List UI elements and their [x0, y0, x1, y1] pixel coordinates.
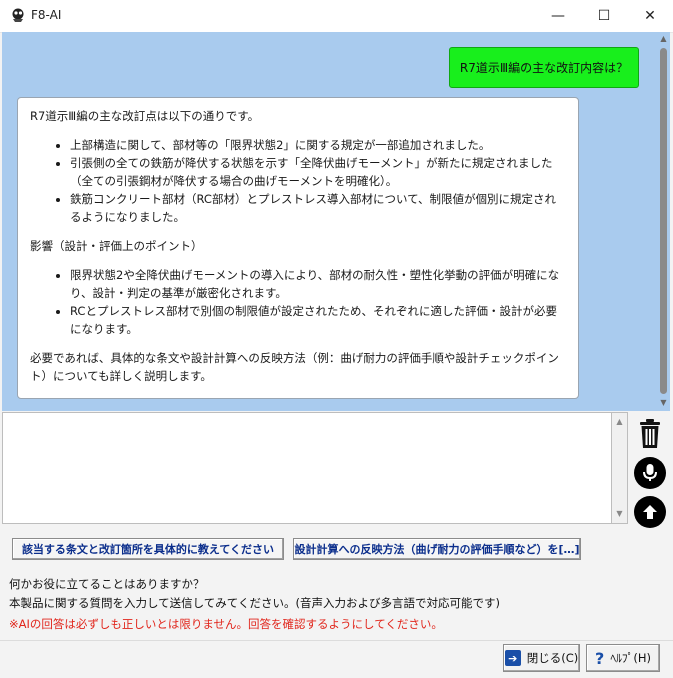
title-bar: F8-AI — ☐ ✕	[0, 0, 673, 33]
user-message-bubble: R7道示Ⅲ編の主な改訂内容は？	[449, 47, 639, 88]
chat-history[interactable]: R7道示Ⅲ編の主な改訂内容は？ R7道示Ⅲ編の主な改訂点は以下の通りです。 上部…	[2, 32, 657, 411]
close-button-label: 閉じる(C)	[526, 651, 579, 665]
arrow-up-icon	[643, 505, 657, 519]
ai-intro-text: R7道示Ⅲ編の主な改訂点は以下の通りです。	[30, 109, 260, 123]
ai-closing-text: 必要であれば、具体的な条文や設計計算への反映方法（例：曲げ耐力の評価手順や設計チ…	[30, 351, 559, 383]
list-item: 限界状態2や全降伏曲げモーメントの導入により、部材の耐久性・塑性化挙動の評価が明…	[70, 266, 566, 302]
help-button[interactable]: ? ﾍﾙﾌﾟ(H)	[586, 644, 660, 672]
info-instructions-text: 本製品に関する質問を入力して送信してみてください。(音声入力および多言語で対応可…	[9, 596, 500, 610]
close-window-button[interactable]: ✕	[627, 0, 673, 31]
suggestion-button-1[interactable]: 該当する条文と改訂箇所を具体的に教えてください	[12, 538, 284, 560]
ai-impact-list: 限界状態2や全降伏曲げモーメントの導入により、部材の耐久性・塑性化挙動の評価が明…	[30, 266, 566, 338]
suggestion-button-2[interactable]: 設計計算への反映方法（曲げ耐力の評価手順など）を[…]	[293, 538, 581, 560]
help-button-label: ﾍﾙﾌﾟ(H)	[610, 651, 651, 665]
list-item: 鉄筋コンクリート部材（RC部材）とプレストレス導入部材について、制限値が個別に規…	[70, 190, 566, 226]
close-icon: ✕	[644, 7, 656, 24]
user-message-text: R7道示Ⅲ編の主な改訂内容は？	[459, 61, 629, 75]
message-input-container	[2, 412, 612, 524]
exit-icon: ➔	[504, 650, 521, 666]
list-item: RCとプレストレス部材で別個の制限値が設定されたため、それぞれに適した評価・設計…	[70, 302, 566, 338]
chat-scrollbar[interactable]: ▲ ▼	[657, 32, 670, 411]
input-scrollbar[interactable]: ▲ ▼	[612, 412, 628, 524]
send-button[interactable]	[634, 496, 666, 528]
trash-icon	[640, 419, 660, 448]
message-input[interactable]	[3, 413, 597, 521]
maximize-button[interactable]: ☐	[581, 0, 627, 31]
mic-button-circle	[634, 457, 666, 489]
scroll-down-icon[interactable]: ▼	[658, 398, 669, 408]
ai-response-bubble: R7道示Ⅲ編の主な改訂点は以下の通りです。 上部構造に関して、部材等の「限界状態…	[17, 97, 579, 399]
divider	[0, 640, 673, 641]
list-item: 上部構造に関して、部材等の「限界状態2」に関する規定が一部追加されました。	[70, 136, 566, 154]
app-logo-icon	[12, 8, 24, 22]
help-icon: ?	[595, 648, 605, 668]
ai-points-list: 上部構造に関して、部材等の「限界状態2」に関する規定が一部追加されました。 引張…	[30, 136, 566, 226]
send-button-circle	[634, 496, 666, 528]
list-item: 引張側の全ての鉄筋が降伏する状態を示す「全降伏曲げモーメント」が新たに規定されま…	[70, 154, 566, 190]
scroll-down-icon[interactable]: ▼	[614, 509, 625, 518]
minimize-icon: —	[551, 7, 565, 24]
scroll-up-icon[interactable]: ▲	[658, 34, 669, 44]
info-prompt-text: 何かお役に立てることはありますか？	[9, 577, 205, 591]
scroll-up-icon[interactable]: ▲	[614, 417, 625, 426]
voice-input-button[interactable]	[634, 457, 666, 489]
ai-impact-heading: 影響（設計・評価上のポイント）	[30, 239, 203, 253]
window-title: F8-AI	[31, 8, 62, 22]
close-button[interactable]: ➔ 閉じる(C)	[503, 644, 580, 672]
scrollbar-thumb[interactable]	[660, 48, 667, 394]
clear-chat-button[interactable]	[634, 418, 666, 450]
maximize-icon: ☐	[597, 7, 611, 24]
ai-disclaimer-text: ※AIの回答は必ずしも正しいとは限りません。回答を確認するようにしてください。	[9, 617, 443, 631]
minimize-button[interactable]: —	[535, 0, 581, 31]
microphone-icon	[643, 464, 657, 481]
